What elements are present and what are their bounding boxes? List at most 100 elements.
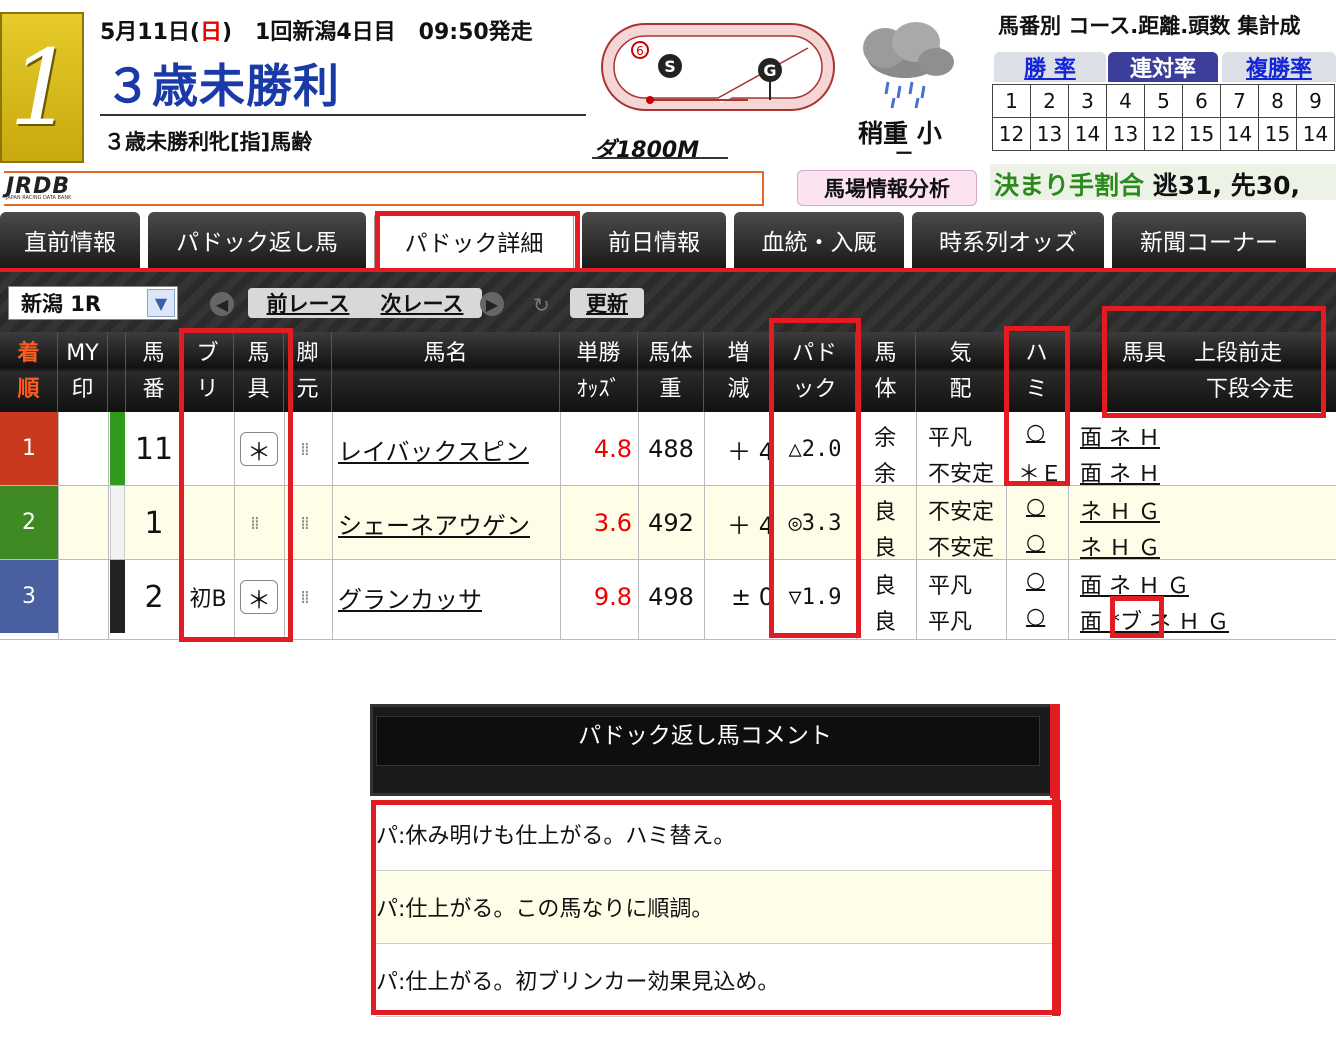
body-upper: 良 <box>874 500 897 525</box>
header-body: 馬体 <box>856 332 916 412</box>
table-row[interactable]: 3 2 初B ＊ ⁞⁞ グランカッサ 9.8 498 ± 0 ▽1.9 良 良 … <box>0 560 1336 640</box>
horse-name-cell: レイバックスピン <box>338 412 558 486</box>
refresh-button[interactable]: 更新 <box>570 288 644 318</box>
track-sub: ー <box>895 144 913 165</box>
race-date-close: ) <box>222 20 233 45</box>
change-cell: ± 0 <box>730 583 774 611</box>
bagu-mark[interactable]: ＊ <box>240 580 278 614</box>
rank-cell: 1 <box>0 412 58 485</box>
header-hami: ハミ <box>1006 332 1068 412</box>
header-paddock: パド ック <box>774 332 856 412</box>
column-divider <box>58 412 59 640</box>
equip-lower[interactable]: ネ Ｈ Ｇ <box>1080 530 1160 562</box>
hami-lower[interactable]: ○ <box>1026 530 1045 555</box>
kihai-lower: 平凡 <box>928 610 973 635</box>
hami-lower: ＊Ｅ <box>1018 462 1063 487</box>
horse-name-link[interactable]: シェーネアウゲン <box>338 506 530 541</box>
prev-arrow-icon[interactable]: ◀ <box>210 292 234 316</box>
header-my: MY 印 <box>58 332 108 412</box>
equip-item-blinker[interactable]: *ブ <box>1109 610 1142 635</box>
equip-item[interactable]: ネ Ｈ Ｇ <box>1142 610 1229 635</box>
next-arrow-icon[interactable]: ▶ <box>480 292 504 316</box>
grip-handle-icon[interactable]: ⁞⁞ <box>284 560 324 634</box>
column-divider <box>1006 412 1007 640</box>
grid-cell: 8 <box>1258 84 1297 118</box>
chevron-down-icon[interactable]: ▼ <box>147 289 175 317</box>
distance-underline <box>592 157 728 159</box>
column-divider <box>182 412 183 640</box>
header-change: 増減 <box>704 332 774 412</box>
header-buri: ブリ <box>182 332 234 412</box>
header-bagu: 馬具 <box>234 332 284 412</box>
weight-cell: 498 <box>648 583 694 611</box>
race-meeting: 1回新潟4日目 <box>255 20 396 45</box>
tab-chokuzen[interactable]: 直前情報 <box>0 212 140 268</box>
title-divider <box>100 114 586 116</box>
equip-item[interactable]: 面 <box>1080 610 1109 635</box>
hami-upper[interactable]: ○ <box>1026 568 1045 593</box>
grip-handle-icon[interactable]: ⁞⁞ <box>284 412 324 486</box>
table-row[interactable]: 2 1 ⁞⁞ ⁞⁞ シェーネアウゲン 3.6 492 ＋ 4 ◎3.3 良 良 … <box>0 486 1336 562</box>
hami-upper[interactable]: ○ <box>1026 494 1045 519</box>
header-equip: 馬具 上段前走 下段今走 <box>1121 341 1294 402</box>
odds-cell: 4.8 <box>593 435 632 463</box>
header-kihai: 気配 <box>916 332 1006 412</box>
tab-newspaper[interactable]: 新聞コーナー <box>1112 212 1306 268</box>
baba-analysis-button[interactable]: 馬場情報分析 <box>797 170 977 206</box>
grip-handle-icon[interactable]: ⁞⁞ <box>234 486 274 560</box>
kimarite-label: 決まり手割合 <box>994 171 1145 200</box>
kihai-upper: 平凡 <box>928 574 973 599</box>
umaban-cell: 11 <box>134 431 174 467</box>
next-race-button[interactable]: 次レース <box>362 288 482 318</box>
umaban-cell: 2 <box>144 579 164 615</box>
gate-marker: 6 <box>636 44 644 58</box>
grid-cell: 5 <box>1144 84 1183 118</box>
bagu-mark[interactable]: ＊ <box>240 432 278 466</box>
tab-odds-timeline[interactable]: 時系列オッズ <box>912 212 1104 268</box>
tab-bloodline[interactable]: 血統・入厩 <box>734 212 904 268</box>
equip-lower[interactable]: 面 ネ Ｈ <box>1080 456 1160 488</box>
header-odds: 単勝 ｵｯｽﾞ <box>560 332 638 412</box>
tab-show-rate[interactable]: 複勝率 <box>1222 52 1336 82</box>
column-divider <box>916 412 917 640</box>
horse-name-link[interactable]: レイバックスピン <box>338 432 529 467</box>
change-cell: ＋ 4 <box>727 511 774 540</box>
grid-cell: 7 <box>1220 84 1259 118</box>
prev-race-button[interactable]: 前レース <box>248 288 368 318</box>
grid-cell: 2 <box>1030 84 1069 118</box>
tab-place-rate[interactable]: 連対率 <box>1108 52 1218 82</box>
tab-paddock-kaeshi[interactable]: パドック返し馬 <box>148 212 366 268</box>
column-divider <box>332 412 333 640</box>
hami-upper[interactable]: ○ <box>1026 420 1045 445</box>
tab-zenjitsu[interactable]: 前日情報 <box>582 212 726 268</box>
grid-cell: 9 <box>1296 84 1335 118</box>
waku-color-band <box>110 486 125 559</box>
horse-name-cell: シェーネアウゲン <box>338 486 558 560</box>
equip-upper[interactable]: 面 ネ Ｈ <box>1080 420 1160 452</box>
hami-lower[interactable]: ○ <box>1026 604 1045 629</box>
rank-cell: 3 <box>0 560 58 633</box>
grid-cell: 12 <box>1144 117 1183 151</box>
horse-name-link[interactable]: グランカッサ <box>338 580 482 615</box>
refresh-icon: ↻ <box>533 293 550 317</box>
race-condition: ３歳未勝利牝[指]馬齢 <box>104 130 313 154</box>
tab-paddock-detail[interactable]: パドック詳細 <box>374 212 574 268</box>
race-weekday: 日 <box>199 20 222 45</box>
race-date-line: 5月11日(日) 1回新潟4日目 09:50発走 <box>100 14 533 46</box>
body-lower: 良 <box>874 536 897 561</box>
grip-handle-icon[interactable]: ⁞⁞ <box>284 486 324 560</box>
race-post-time: 09:50発走 <box>418 20 533 45</box>
race-date: 5月11日( <box>100 20 200 45</box>
equip-upper[interactable]: ネ Ｈ Ｇ <box>1080 494 1160 526</box>
kihai-lower: 不安定 <box>928 462 995 487</box>
paddock-cell: △2.0 <box>788 436 842 462</box>
odds-cell: 3.6 <box>593 509 632 537</box>
equip-upper[interactable]: 面 ネ Ｈ Ｇ <box>1080 568 1189 600</box>
kihai-lower: 不安定 <box>928 536 995 561</box>
table-row[interactable]: 1 11 ＊ ⁞⁞ レイバックスピン 4.8 488 ＋ 4 △2.0 余 余 … <box>0 412 1336 488</box>
change-cell: ＋ 4 <box>727 437 774 466</box>
tab-win-rate[interactable]: 勝 率 <box>994 52 1106 82</box>
grid-cell: 14 <box>1296 117 1335 151</box>
race-title: ３歳未勝利 <box>105 59 340 113</box>
venue-select[interactable]: 新潟 1R ▼ <box>8 286 178 320</box>
